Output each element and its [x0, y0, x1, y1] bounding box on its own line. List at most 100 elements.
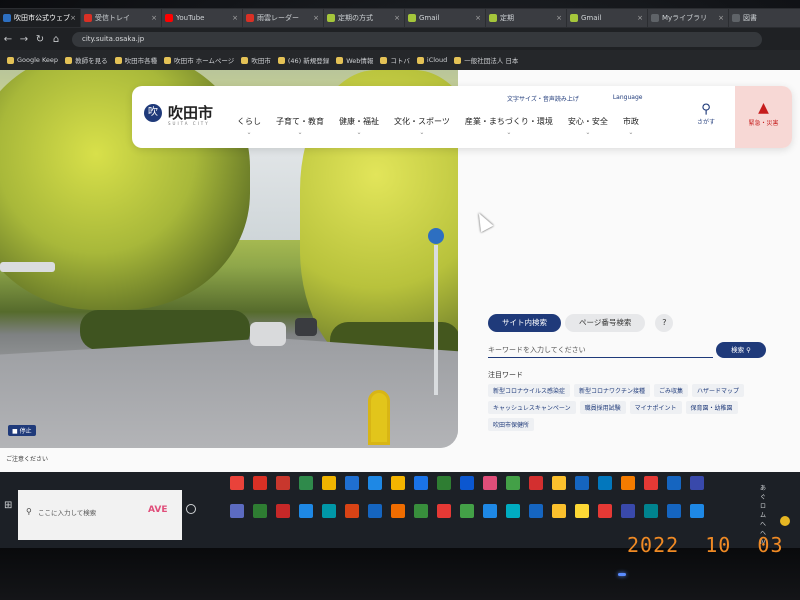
app-icon[interactable] [322, 476, 336, 490]
app-icon[interactable] [598, 476, 612, 490]
reload-icon[interactable]: ↻ [32, 34, 48, 45]
keyword-input[interactable] [488, 342, 713, 358]
app-icon[interactable] [391, 476, 405, 490]
app-icon[interactable] [253, 504, 267, 518]
browser-tab[interactable]: Gmail × [567, 9, 647, 27]
nav-item[interactable]: 子育て・教育 ⌄ [276, 116, 324, 136]
featured-word-tag[interactable]: 吹田市保健所 [488, 418, 535, 431]
tab-site-search[interactable]: サイト内検索 [488, 314, 561, 332]
bookmark-item[interactable]: 教師を見る [65, 55, 108, 65]
app-icon[interactable] [299, 476, 313, 490]
browser-tab[interactable]: 吹田市公式ウェブ × [0, 9, 80, 27]
bookmark-item[interactable]: Google Keep [7, 56, 58, 64]
browser-tab[interactable]: YouTube × [162, 9, 242, 27]
app-icon[interactable] [506, 476, 520, 490]
app-icon[interactable] [460, 476, 474, 490]
back-arrow-icon[interactable]: ← [0, 34, 16, 45]
app-icon[interactable] [437, 504, 451, 518]
nav-item[interactable]: 健康・福祉 ⌄ [339, 116, 379, 136]
app-icon[interactable] [253, 476, 267, 490]
app-icon[interactable] [552, 476, 566, 490]
tray-item-icon[interactable]: ム [760, 511, 774, 520]
app-icon[interactable] [230, 504, 244, 518]
browser-tab[interactable]: 定期の方式 × [324, 9, 404, 27]
app-icon[interactable] [552, 504, 566, 518]
tray-item-icon[interactable]: へ [760, 520, 774, 529]
app-icon[interactable] [644, 504, 658, 518]
close-icon[interactable]: × [70, 9, 76, 27]
app-icon[interactable] [322, 504, 336, 518]
browser-tab[interactable]: 定期 × [486, 9, 566, 27]
app-icon[interactable] [529, 504, 543, 518]
browser-tab[interactable]: 受信トレイ × [81, 9, 161, 27]
emergency-button[interactable]: ▲ 緊急・災害 [735, 86, 792, 148]
featured-word-tag[interactable]: ごみ収集 [654, 384, 689, 397]
app-icon[interactable] [506, 504, 520, 518]
forward-arrow-icon[interactable]: → [16, 34, 32, 45]
nav-item[interactable]: 文化・スポーツ ⌄ [394, 116, 450, 136]
browser-tab[interactable]: Gmail × [405, 9, 485, 27]
app-icon[interactable] [299, 504, 313, 518]
taskbar-search-box[interactable]: ⚲ ここに入力して検索 AVE [18, 490, 182, 540]
featured-word-tag[interactable]: 職員採用試験 [579, 401, 626, 414]
app-icon[interactable] [276, 504, 290, 518]
app-icon[interactable] [391, 504, 405, 518]
app-icon[interactable] [690, 476, 704, 490]
app-icon[interactable] [483, 476, 497, 490]
browser-tab[interactable]: 図書× [729, 9, 800, 27]
tray-item-icon[interactable]: ぐ [760, 493, 774, 502]
app-icon[interactable] [414, 476, 428, 490]
app-icon[interactable] [437, 476, 451, 490]
app-icon[interactable] [345, 476, 359, 490]
featured-word-tag[interactable]: 新型コロナウイルス感染症 [488, 384, 571, 397]
close-icon[interactable]: × [556, 9, 562, 27]
bookmark-item[interactable]: iCloud [416, 56, 447, 64]
app-icon[interactable] [368, 476, 382, 490]
language-link[interactable]: Language [613, 94, 643, 103]
keyword-search-button[interactable]: 検索 ⚲ [716, 342, 766, 358]
app-icon[interactable] [230, 476, 244, 490]
task-view-icon[interactable] [186, 504, 196, 514]
help-button[interactable]: ? [655, 314, 674, 332]
app-icon[interactable] [621, 504, 635, 518]
close-icon[interactable]: × [232, 9, 238, 27]
app-icon[interactable] [529, 476, 543, 490]
close-icon[interactable]: × [637, 9, 643, 27]
featured-word-tag[interactable]: 新型コロナワクチン接種 [574, 384, 651, 397]
font-size-voice-link[interactable]: 文字サイズ・音声読み上げ [507, 94, 579, 103]
close-icon[interactable]: × [151, 9, 157, 27]
app-icon[interactable] [644, 476, 658, 490]
bookmark-item[interactable]: コトバ [380, 55, 410, 65]
nav-item[interactable]: くらし ⌄ [237, 116, 261, 136]
app-icon[interactable] [368, 504, 382, 518]
app-icon[interactable] [667, 504, 681, 518]
bookmark-item[interactable]: 吹田市 [241, 55, 271, 65]
site-logo[interactable]: 吹 吹田市 [144, 102, 213, 123]
browser-tab[interactable]: Myライブラリ × [648, 9, 728, 27]
app-icon[interactable] [598, 504, 612, 518]
bookmark-item[interactable]: 吹田市各種 [114, 55, 157, 65]
browser-tab[interactable]: 雨雲レーダー × [243, 9, 323, 27]
close-icon[interactable]: × [475, 9, 481, 27]
app-icon[interactable] [667, 476, 681, 490]
nav-item[interactable]: 安心・安全 ⌄ [568, 116, 608, 136]
bookmark-item[interactable]: (46) 新規登録 [277, 55, 329, 65]
url-field[interactable]: city.suita.osaka.jp [72, 31, 762, 47]
app-icon[interactable] [575, 476, 589, 490]
app-icon[interactable] [621, 476, 635, 490]
bookmark-item[interactable]: Web情報 [336, 55, 373, 65]
nav-item[interactable]: 市政 ⌄ [623, 116, 639, 136]
close-icon[interactable]: × [394, 9, 400, 27]
app-icon[interactable] [460, 504, 474, 518]
featured-word-tag[interactable]: 保育園・幼稚園 [685, 401, 738, 414]
tray-item-icon[interactable]: ロ [760, 502, 774, 511]
app-icon[interactable] [276, 476, 290, 490]
search-button[interactable]: ⚲ さがす [692, 102, 720, 126]
featured-word-tag[interactable]: マイナポイント [629, 401, 682, 414]
featured-word-tag[interactable]: ハザードマップ [692, 384, 745, 397]
close-icon[interactable]: × [718, 9, 724, 27]
featured-word-tag[interactable]: キャッシュレスキャンペーン [488, 401, 576, 414]
app-icon[interactable] [690, 504, 704, 518]
app-icon[interactable] [575, 504, 589, 518]
app-icon[interactable] [345, 504, 359, 518]
